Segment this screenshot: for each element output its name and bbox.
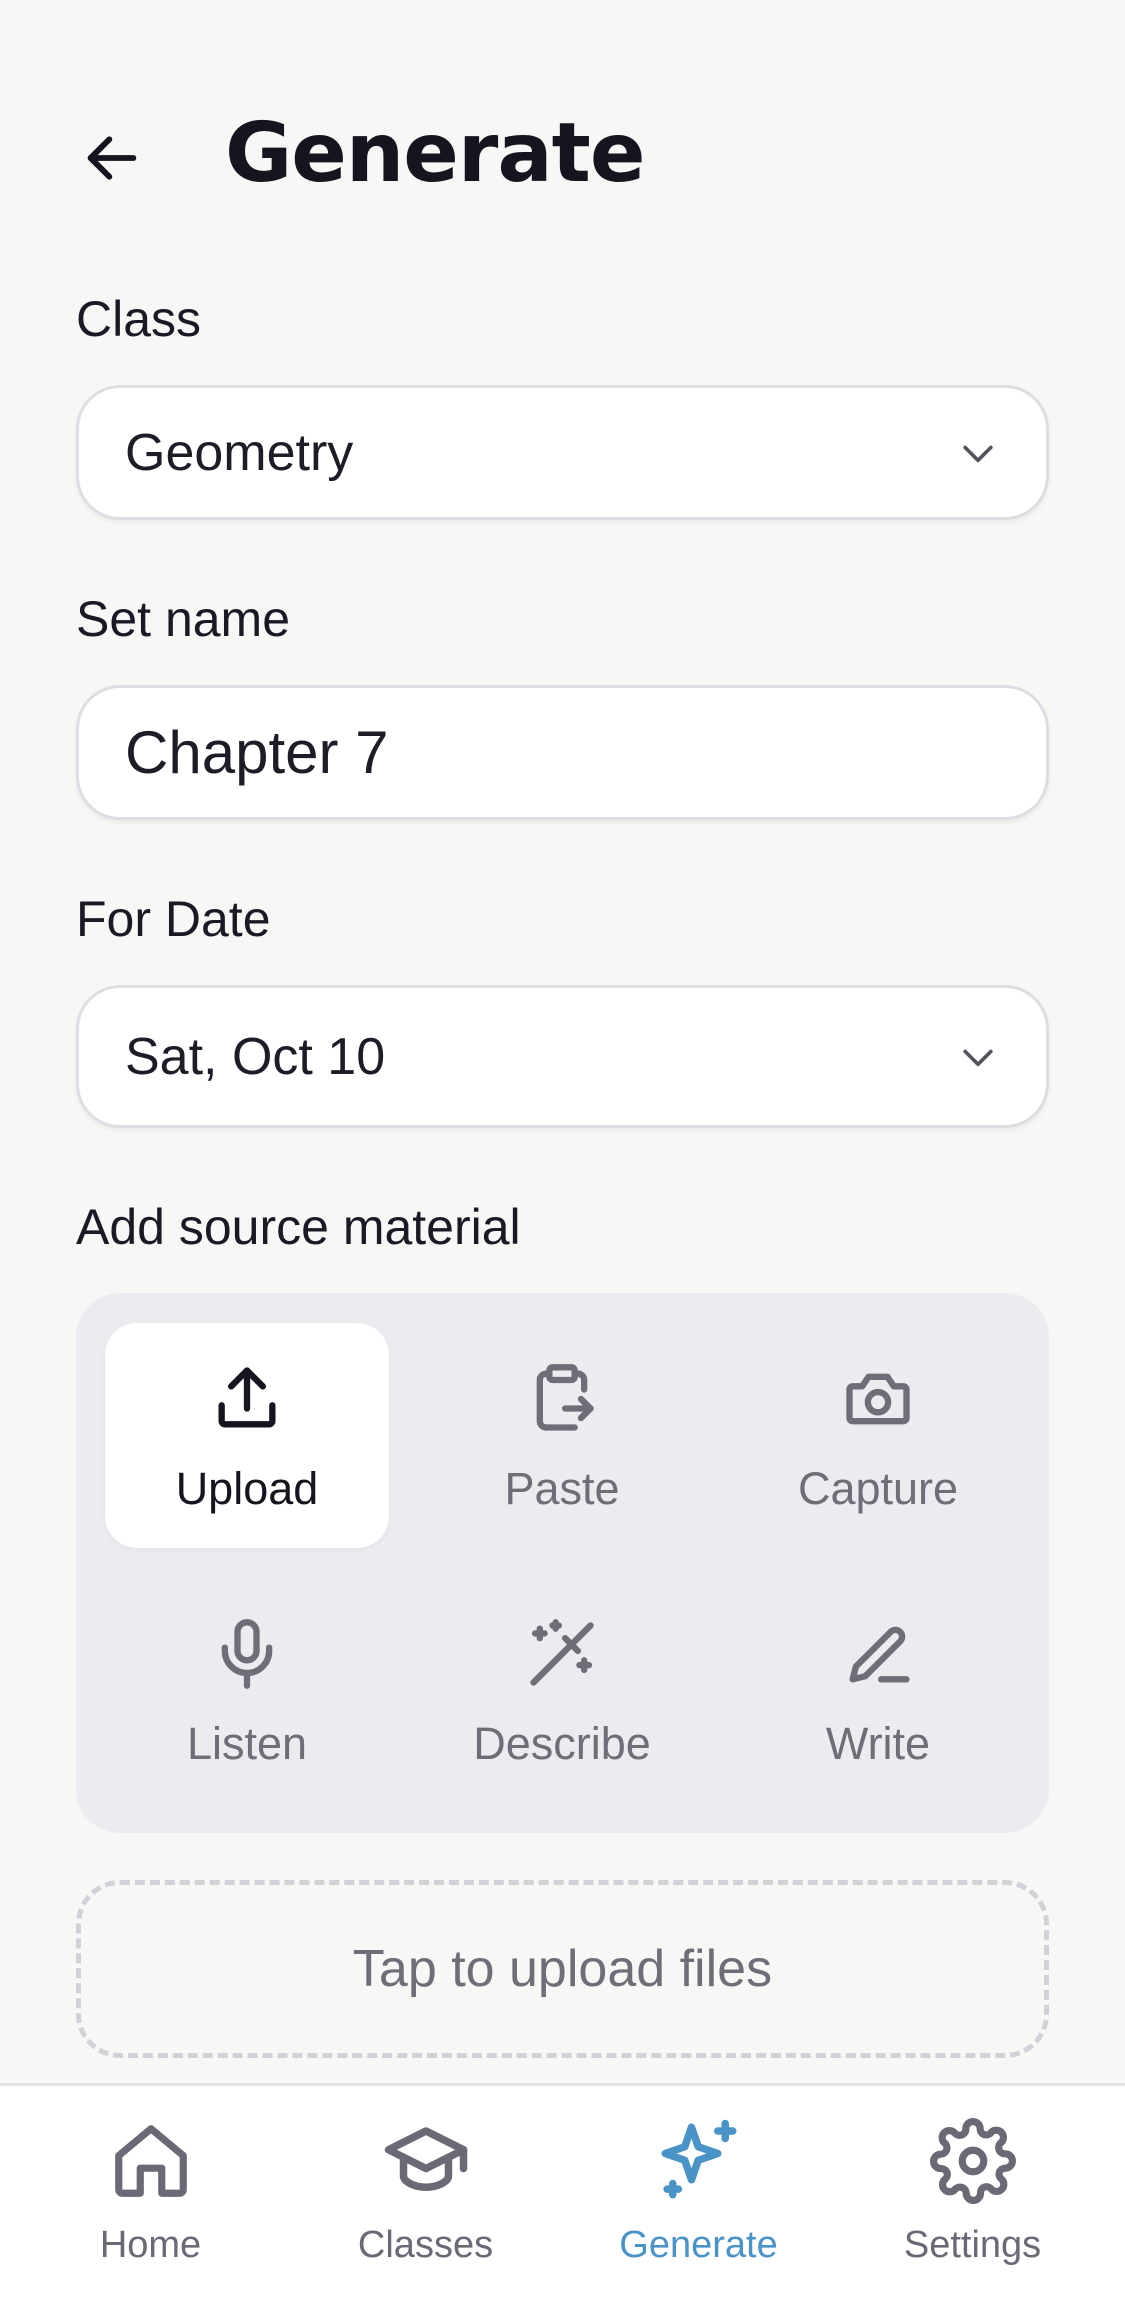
chevron-down-icon — [956, 431, 1000, 475]
describe-button[interactable]: Describe — [420, 1578, 704, 1803]
microphone-icon — [205, 1612, 289, 1696]
tab-home-label: Home — [99, 2224, 202, 2266]
upload-button[interactable]: Upload — [105, 1323, 389, 1548]
class-label: Class — [76, 291, 202, 347]
pencil-icon — [836, 1612, 920, 1696]
paste-button[interactable]: Paste — [420, 1323, 704, 1548]
class-select-value: Geometry — [125, 423, 354, 482]
header: Generate — [0, 100, 1125, 210]
page-title: Generate — [225, 106, 645, 201]
listen-button[interactable]: Listen — [105, 1578, 389, 1803]
camera-icon — [836, 1357, 920, 1441]
write-button[interactable]: Write — [736, 1578, 1020, 1803]
drop-zone-label: Tap to upload files — [352, 1940, 773, 1998]
tab-settings[interactable]: Settings — [832, 2116, 1113, 2286]
clipboard-paste-icon — [520, 1357, 604, 1441]
home-icon — [106, 2116, 196, 2206]
chevron-down-icon — [956, 1035, 1000, 1079]
back-button[interactable] — [72, 118, 152, 198]
paste-label: Paste — [504, 1462, 620, 1514]
magic-wand-icon — [520, 1612, 604, 1696]
date-label: For Date — [76, 891, 271, 947]
set-name-label: Set name — [76, 591, 291, 647]
set-name-field[interactable] — [76, 685, 1049, 820]
upload-label: Upload — [175, 1462, 319, 1514]
describe-label: Describe — [473, 1717, 651, 1769]
tab-generate-label: Generate — [619, 2224, 778, 2266]
tab-settings-label: Settings — [903, 2224, 1042, 2266]
tab-classes[interactable]: Classes — [285, 2116, 566, 2286]
arrow-left-icon — [87, 136, 137, 180]
capture-label: Capture — [797, 1462, 959, 1514]
source-options-panel: Upload Paste Capture Listen Describe Wri… — [76, 1293, 1049, 1833]
tab-classes-label: Classes — [357, 2224, 494, 2266]
graduation-cap-icon — [381, 2116, 471, 2206]
tab-home[interactable]: Home — [10, 2116, 291, 2286]
date-select[interactable]: Sat, Oct 10 — [76, 985, 1049, 1128]
sparkle-icon — [654, 2116, 744, 2206]
tab-generate[interactable]: Generate — [558, 2116, 839, 2286]
write-label: Write — [825, 1717, 931, 1769]
set-name-input[interactable] — [125, 718, 1000, 787]
capture-button[interactable]: Capture — [736, 1323, 1020, 1548]
gear-icon — [928, 2116, 1018, 2206]
listen-label: Listen — [186, 1717, 308, 1769]
date-select-value: Sat, Oct 10 — [125, 1027, 386, 1086]
upload-icon — [205, 1357, 289, 1441]
upload-drop-zone[interactable]: Tap to upload files — [76, 1880, 1049, 2058]
bottom-tab-bar: Home Classes Generate Settings — [0, 2083, 1125, 2323]
source-label: Add source material — [76, 1199, 521, 1255]
class-select[interactable]: Geometry — [76, 385, 1049, 520]
